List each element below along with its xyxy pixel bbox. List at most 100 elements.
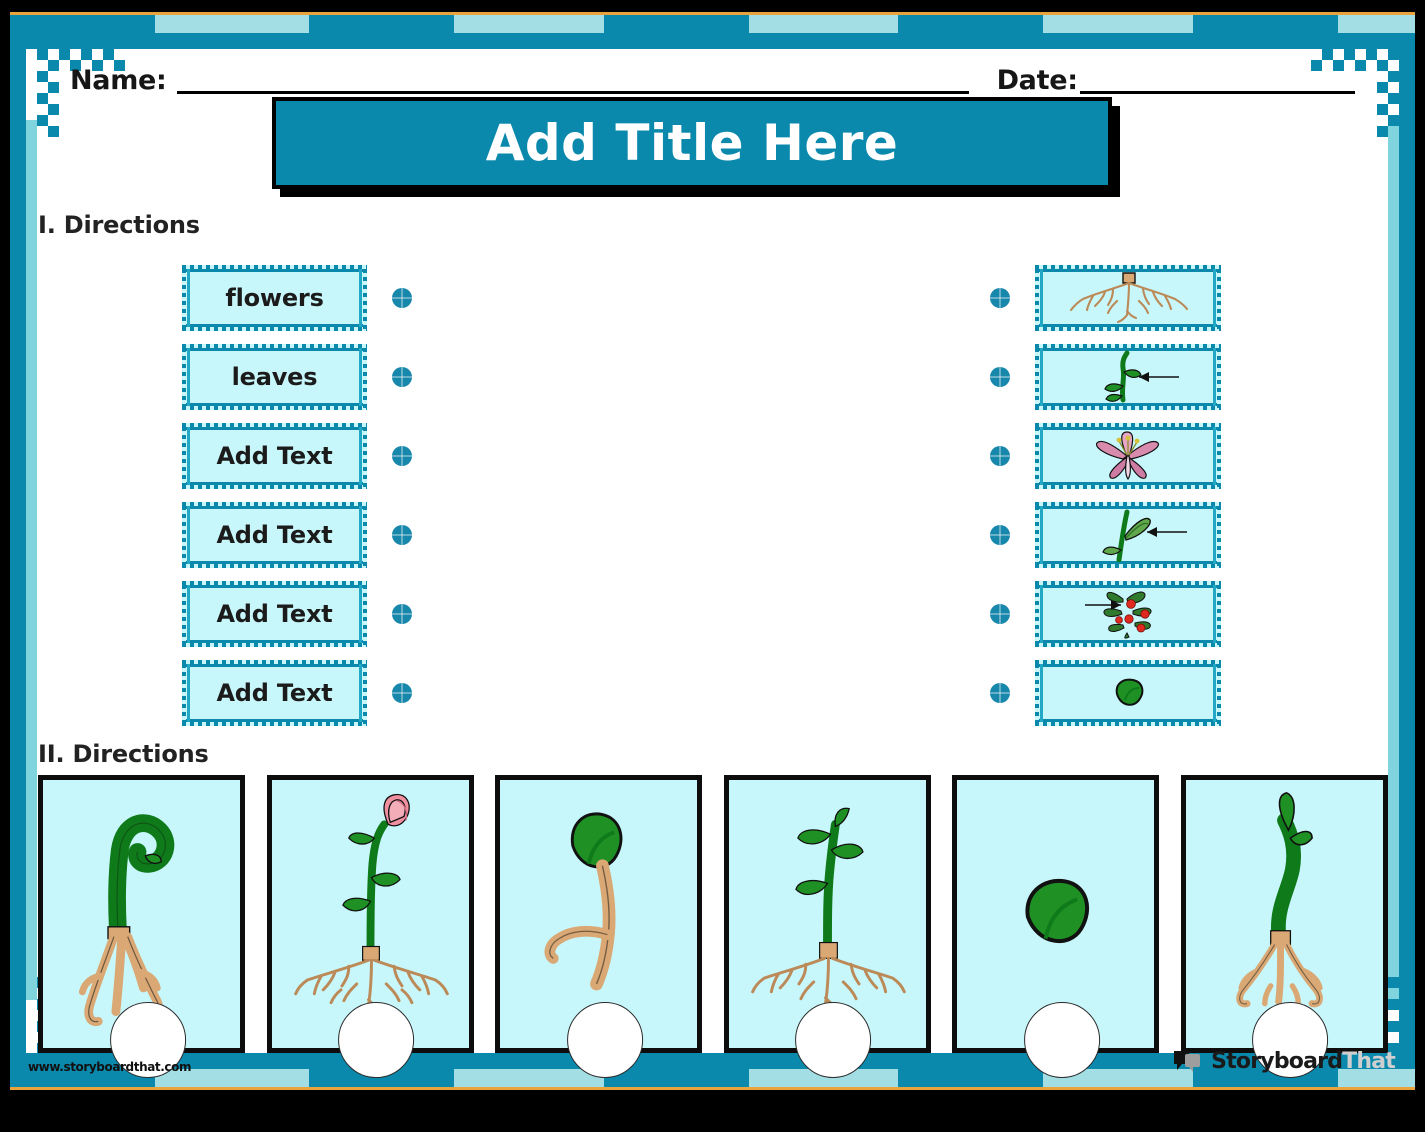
frame-rail-left	[10, 33, 26, 1069]
match-connector-dot-right[interactable]	[990, 603, 1010, 624]
checker-cell	[37, 93, 48, 104]
card-rule-left	[1040, 268, 1043, 327]
pink-lily-flower-icon	[1053, 429, 1203, 483]
checker-cell	[1366, 49, 1377, 60]
matching-right-column	[990, 258, 1222, 732]
logo-text: StoryboardThat	[1211, 1051, 1396, 1073]
plant-leaf-arrow-icon	[1053, 508, 1203, 562]
matching-left-column: flowers leaves Add Text Add Text Add Tex…	[182, 258, 412, 732]
card-rule-right	[1213, 584, 1216, 643]
match-connector-dot-right[interactable]	[990, 445, 1010, 466]
term-card[interactable]: Add Text	[182, 501, 367, 568]
sequence-panel[interactable]	[266, 775, 474, 1078]
name-label: Name:	[70, 65, 167, 96]
sequence-panel[interactable]	[38, 775, 245, 1078]
term-card[interactable]: Add Text	[182, 422, 367, 489]
card-rule-left	[187, 584, 190, 643]
term-card-label: flowers	[225, 283, 324, 312]
term-card[interactable]: Add Text	[182, 580, 367, 647]
name-input-blank[interactable]	[176, 65, 969, 94]
frame-orange-rule-bottom	[10, 1087, 1415, 1090]
card-rule-right	[1213, 426, 1216, 485]
checker-cell	[1377, 60, 1388, 71]
matching-row-right	[990, 258, 1222, 337]
sequence-panel[interactable]	[723, 775, 931, 1078]
plant-stem-arrow-icon	[1053, 350, 1203, 404]
section-1-heading: I. Directions	[38, 211, 200, 239]
card-rule-right	[359, 505, 362, 564]
match-connector-dot-right[interactable]	[990, 287, 1010, 308]
checker-cell	[37, 115, 48, 126]
match-connector-dot-right[interactable]	[990, 524, 1010, 545]
card-rule-right	[359, 584, 362, 643]
match-connector-dot-left[interactable]	[392, 366, 412, 387]
title-banner[interactable]: Add Title Here	[272, 97, 1120, 197]
term-card[interactable]: Add Text	[182, 659, 367, 726]
card-rule-right	[1213, 347, 1216, 406]
sequence-panel[interactable]	[952, 775, 1160, 1078]
match-connector-dot-left[interactable]	[392, 682, 412, 703]
checker-cell	[48, 60, 59, 71]
card-rule-left	[1040, 584, 1043, 643]
card-rule-top	[186, 584, 363, 588]
worksheet-page: Name: Date: Add Title Here I. Directions…	[0, 0, 1425, 1132]
matching-row-left: flowers	[182, 258, 412, 337]
checker-cell	[1388, 115, 1399, 126]
match-connector-dot-right[interactable]	[990, 366, 1010, 387]
image-card[interactable]	[1035, 343, 1221, 410]
sequence-panel[interactable]	[1180, 775, 1388, 1078]
answer-circle[interactable]	[338, 1002, 415, 1078]
answer-circle[interactable]	[1023, 1002, 1100, 1078]
image-card[interactable]	[1035, 501, 1221, 568]
band-segment	[1043, 15, 1193, 33]
date-input-blank[interactable]	[1079, 65, 1355, 94]
plant-roots-icon	[1053, 271, 1203, 325]
green-seed-icon	[1053, 666, 1203, 720]
card-rule-right	[359, 426, 362, 485]
image-card[interactable]	[1035, 422, 1221, 489]
matching-row-left: Add Text	[182, 574, 412, 653]
checker-cell	[48, 104, 59, 115]
image-card[interactable]	[1035, 580, 1221, 647]
band-segment	[10, 15, 155, 33]
band-segment	[309, 15, 455, 33]
band-segment	[748, 15, 899, 33]
checker-cell	[37, 71, 48, 82]
image-card[interactable]	[1035, 264, 1221, 331]
match-connector-dot-left[interactable]	[392, 524, 412, 545]
card-rule-right	[359, 347, 362, 406]
term-card[interactable]: leaves	[182, 343, 367, 410]
match-connector-dot-left[interactable]	[392, 287, 412, 308]
match-connector-dot-left[interactable]	[392, 445, 412, 466]
band-segment	[898, 1069, 1044, 1087]
match-connector-dot-right[interactable]	[990, 682, 1010, 703]
answer-circle[interactable]	[566, 1002, 643, 1078]
answer-circle[interactable]	[795, 1002, 872, 1078]
checker-cell	[37, 49, 48, 60]
sequence-panel[interactable]	[495, 775, 703, 1078]
band-segment	[898, 15, 1044, 33]
term-card[interactable]: flowers	[182, 264, 367, 331]
image-card[interactable]	[1035, 659, 1221, 726]
storyboardthat-logo: StoryboardThat	[1173, 1049, 1396, 1075]
checker-cell	[1388, 71, 1399, 82]
card-rule-right	[1213, 505, 1216, 564]
title-box[interactable]: Add Title Here	[272, 97, 1112, 189]
band-segment	[603, 15, 749, 33]
matching-row-right	[990, 574, 1222, 653]
card-rule-bottom	[186, 323, 363, 327]
card-rule-top	[186, 347, 363, 351]
card-rule-top	[186, 268, 363, 272]
sequence-panel-row	[38, 775, 1388, 1078]
date-label: Date:	[996, 65, 1078, 96]
matching-row-left: Add Text	[182, 653, 412, 732]
match-connector-dot-left[interactable]	[392, 603, 412, 624]
checker-cell	[48, 82, 59, 93]
frame-rail-right-inner	[1388, 120, 1399, 1000]
matching-row-right	[990, 337, 1222, 416]
band-segment	[454, 15, 604, 33]
term-card-label: Add Text	[216, 441, 333, 470]
checker-cell	[1377, 126, 1388, 137]
matching-row-left: leaves	[182, 337, 412, 416]
card-rule-left	[1040, 426, 1043, 485]
